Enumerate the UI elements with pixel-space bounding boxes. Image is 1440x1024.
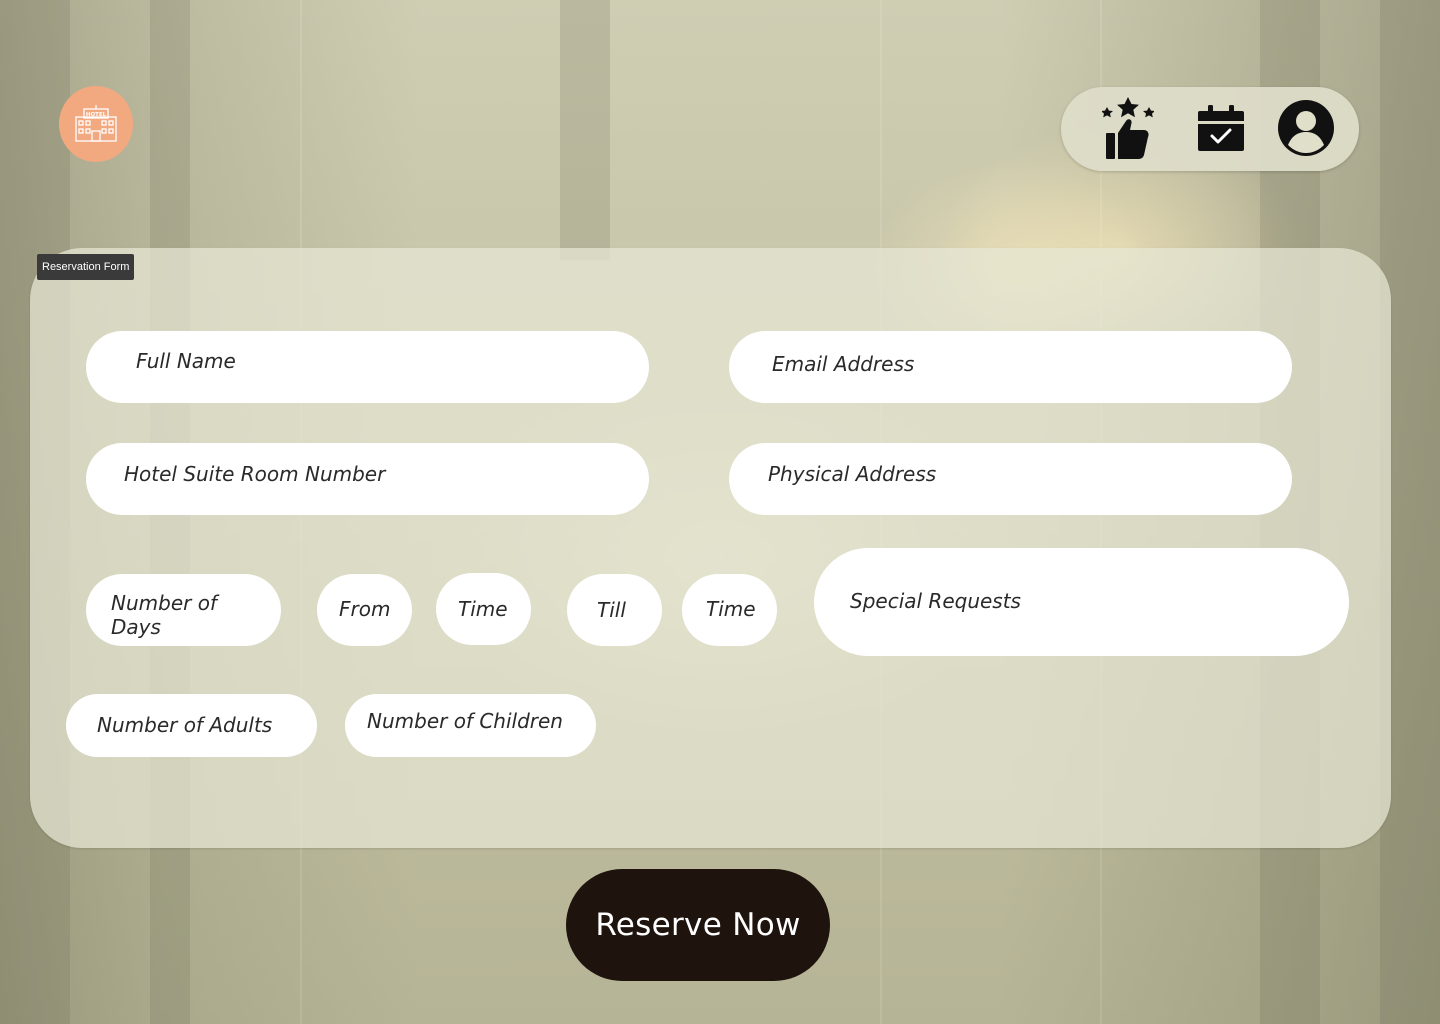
email-field[interactable]: Email Address (729, 331, 1292, 403)
from-placeholder: From (339, 597, 391, 621)
special-requests-field[interactable]: Special Requests (814, 548, 1349, 656)
number-of-days-field[interactable]: Number of Days (86, 574, 281, 646)
logo-text: HOTEL (86, 112, 107, 118)
rating-thumbs-up-icon[interactable] (1099, 97, 1157, 159)
calendar-check-icon[interactable] (1195, 104, 1247, 154)
number-of-children-field[interactable]: Number of Children (345, 694, 596, 757)
from-time-placeholder: Time (458, 597, 508, 621)
user-profile-icon[interactable] (1277, 99, 1335, 157)
special-requests-placeholder: Special Requests (850, 589, 1021, 613)
room-number-placeholder: Hotel Suite Room Number (124, 462, 386, 486)
physical-address-field[interactable]: Physical Address (729, 443, 1292, 515)
from-date-field[interactable]: From (317, 574, 412, 646)
physical-address-placeholder: Physical Address (768, 462, 937, 486)
hotel-logo[interactable]: HOTEL (59, 86, 133, 162)
till-placeholder: Till (597, 598, 626, 622)
full-name-placeholder: Full Name (136, 349, 236, 373)
reserve-now-button[interactable]: Reserve Now (566, 869, 830, 981)
till-time-placeholder: Time (706, 597, 756, 621)
till-date-field[interactable]: Till (567, 574, 662, 646)
number-of-children-placeholder: Number of Children (367, 709, 563, 733)
top-nav (1061, 87, 1359, 171)
till-time-field[interactable]: Time (682, 574, 777, 646)
from-time-field[interactable]: Time (436, 573, 531, 645)
number-of-adults-field[interactable]: Number of Adults (66, 694, 317, 757)
email-placeholder: Email Address (772, 352, 915, 376)
room-number-field[interactable]: Hotel Suite Room Number (86, 443, 649, 515)
number-of-days-placeholder: Number of Days (111, 591, 217, 639)
full-name-field[interactable]: Full Name (86, 331, 649, 403)
form-label-tag: Reservation Form (37, 254, 135, 280)
hotel-building-icon: HOTEL (75, 105, 117, 142)
number-of-adults-placeholder: Number of Adults (97, 713, 273, 737)
